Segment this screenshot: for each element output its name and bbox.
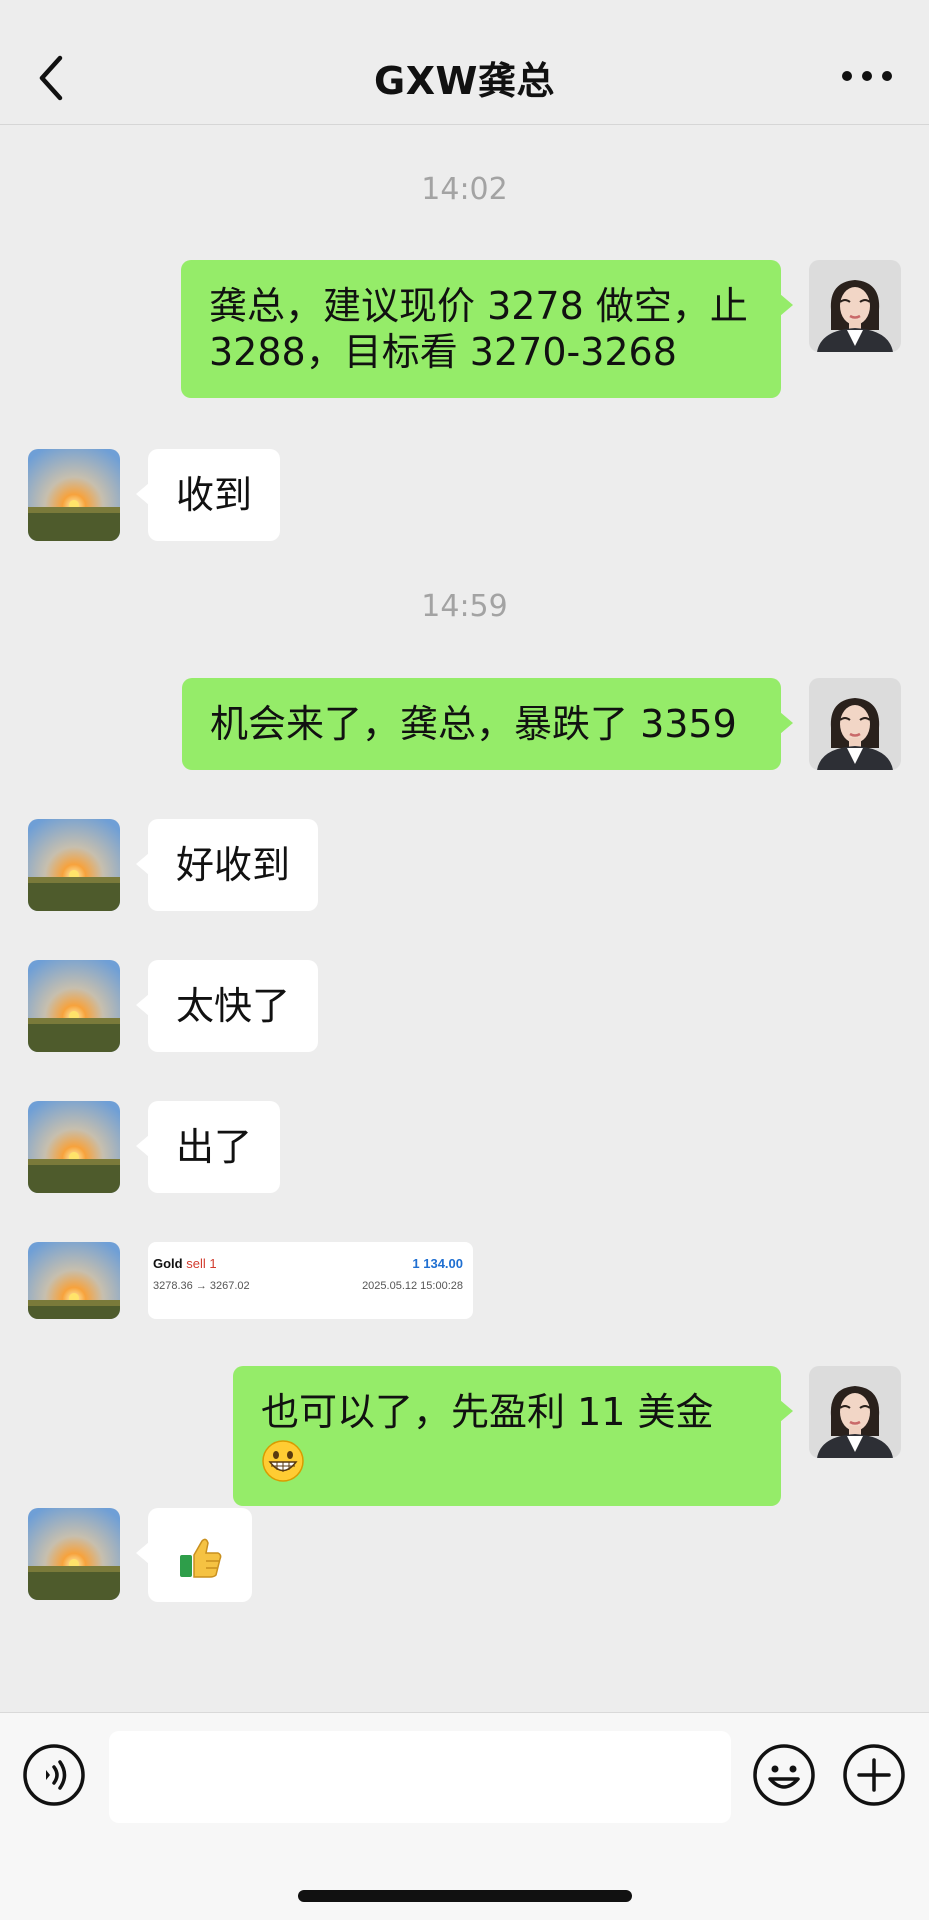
message-text: 3288，目标看 3270-3268: [209, 330, 677, 374]
timestamp: 14:02: [421, 172, 508, 207]
contact-avatar[interactable]: [28, 960, 120, 1052]
my-avatar[interactable]: [809, 1366, 901, 1458]
message-text: 好收到: [176, 843, 291, 887]
trade-detail-row: 3278.36 → 3267.02 2025.05.12 15:00:28: [153, 1280, 468, 1300]
trade-profit: 1 134.00: [412, 1256, 463, 1271]
message-input[interactable]: [109, 1731, 731, 1823]
contact-avatar[interactable]: [28, 1508, 120, 1600]
contact-avatar[interactable]: [28, 819, 120, 911]
message-text: 机会来了，龚总，暴跌了 3359: [210, 702, 737, 746]
timestamp: 14:59: [421, 589, 508, 624]
message-bubble-outgoing[interactable]: 龚总，建议现价 3278 做空，止 3288，目标看 3270-3268: [181, 260, 793, 398]
voice-input-icon[interactable]: [22, 1743, 86, 1807]
message-text: 出了: [176, 1125, 253, 1169]
trade-symbol: Gold: [153, 1256, 183, 1271]
trade-prices: 3278.36 → 3267.02: [153, 1280, 250, 1292]
chat-title: GXW龚总: [374, 59, 555, 103]
thumbs-up-icon: [180, 1538, 222, 1578]
contact-avatar[interactable]: [28, 1101, 120, 1193]
trade-screenshot-card[interactable]: Gold sell 1 1 134.00 3278.36 → 3267.02 2…: [148, 1242, 473, 1319]
message-bubble-incoming[interactable]: 好收到: [135, 819, 319, 911]
emoji-icon[interactable]: [752, 1743, 816, 1807]
message-bubble-outgoing[interactable]: 机会来了，龚总，暴跌了 3359: [182, 678, 793, 770]
my-avatar[interactable]: [809, 260, 901, 352]
plus-icon[interactable]: [842, 1743, 906, 1807]
contact-avatar[interactable]: [28, 1242, 120, 1319]
more-options-icon[interactable]: [839, 62, 895, 90]
message-bubble-incoming[interactable]: 出了: [135, 1101, 281, 1193]
message-bubble-incoming[interactable]: 收到: [135, 449, 281, 541]
message-text: 太快了: [176, 984, 291, 1028]
message-bubble-incoming[interactable]: 太快了: [135, 960, 319, 1052]
message-text: 也可以了，先盈利 11 美金: [261, 1390, 714, 1434]
message-bubble-outgoing[interactable]: 也可以了，先盈利 11 美金: [233, 1366, 793, 1506]
my-avatar[interactable]: [809, 678, 901, 770]
message-text: 龚总，建议现价 3278 做空，止: [209, 284, 748, 328]
home-indicator: [298, 1890, 632, 1902]
trade-time: 2025.05.12 15:00:28: [362, 1280, 463, 1292]
contact-avatar[interactable]: [28, 449, 120, 541]
trade-side: sell 1: [186, 1256, 217, 1271]
message-input-bar: [0, 1712, 929, 1920]
trade-header-row: Gold sell 1 1 134.00: [153, 1256, 468, 1280]
message-bubble-incoming[interactable]: [136, 1508, 252, 1602]
message-text: 收到: [176, 473, 253, 517]
grinning-face-icon: [262, 1439, 304, 1482]
chat-header: GXW龚总: [0, 0, 929, 125]
